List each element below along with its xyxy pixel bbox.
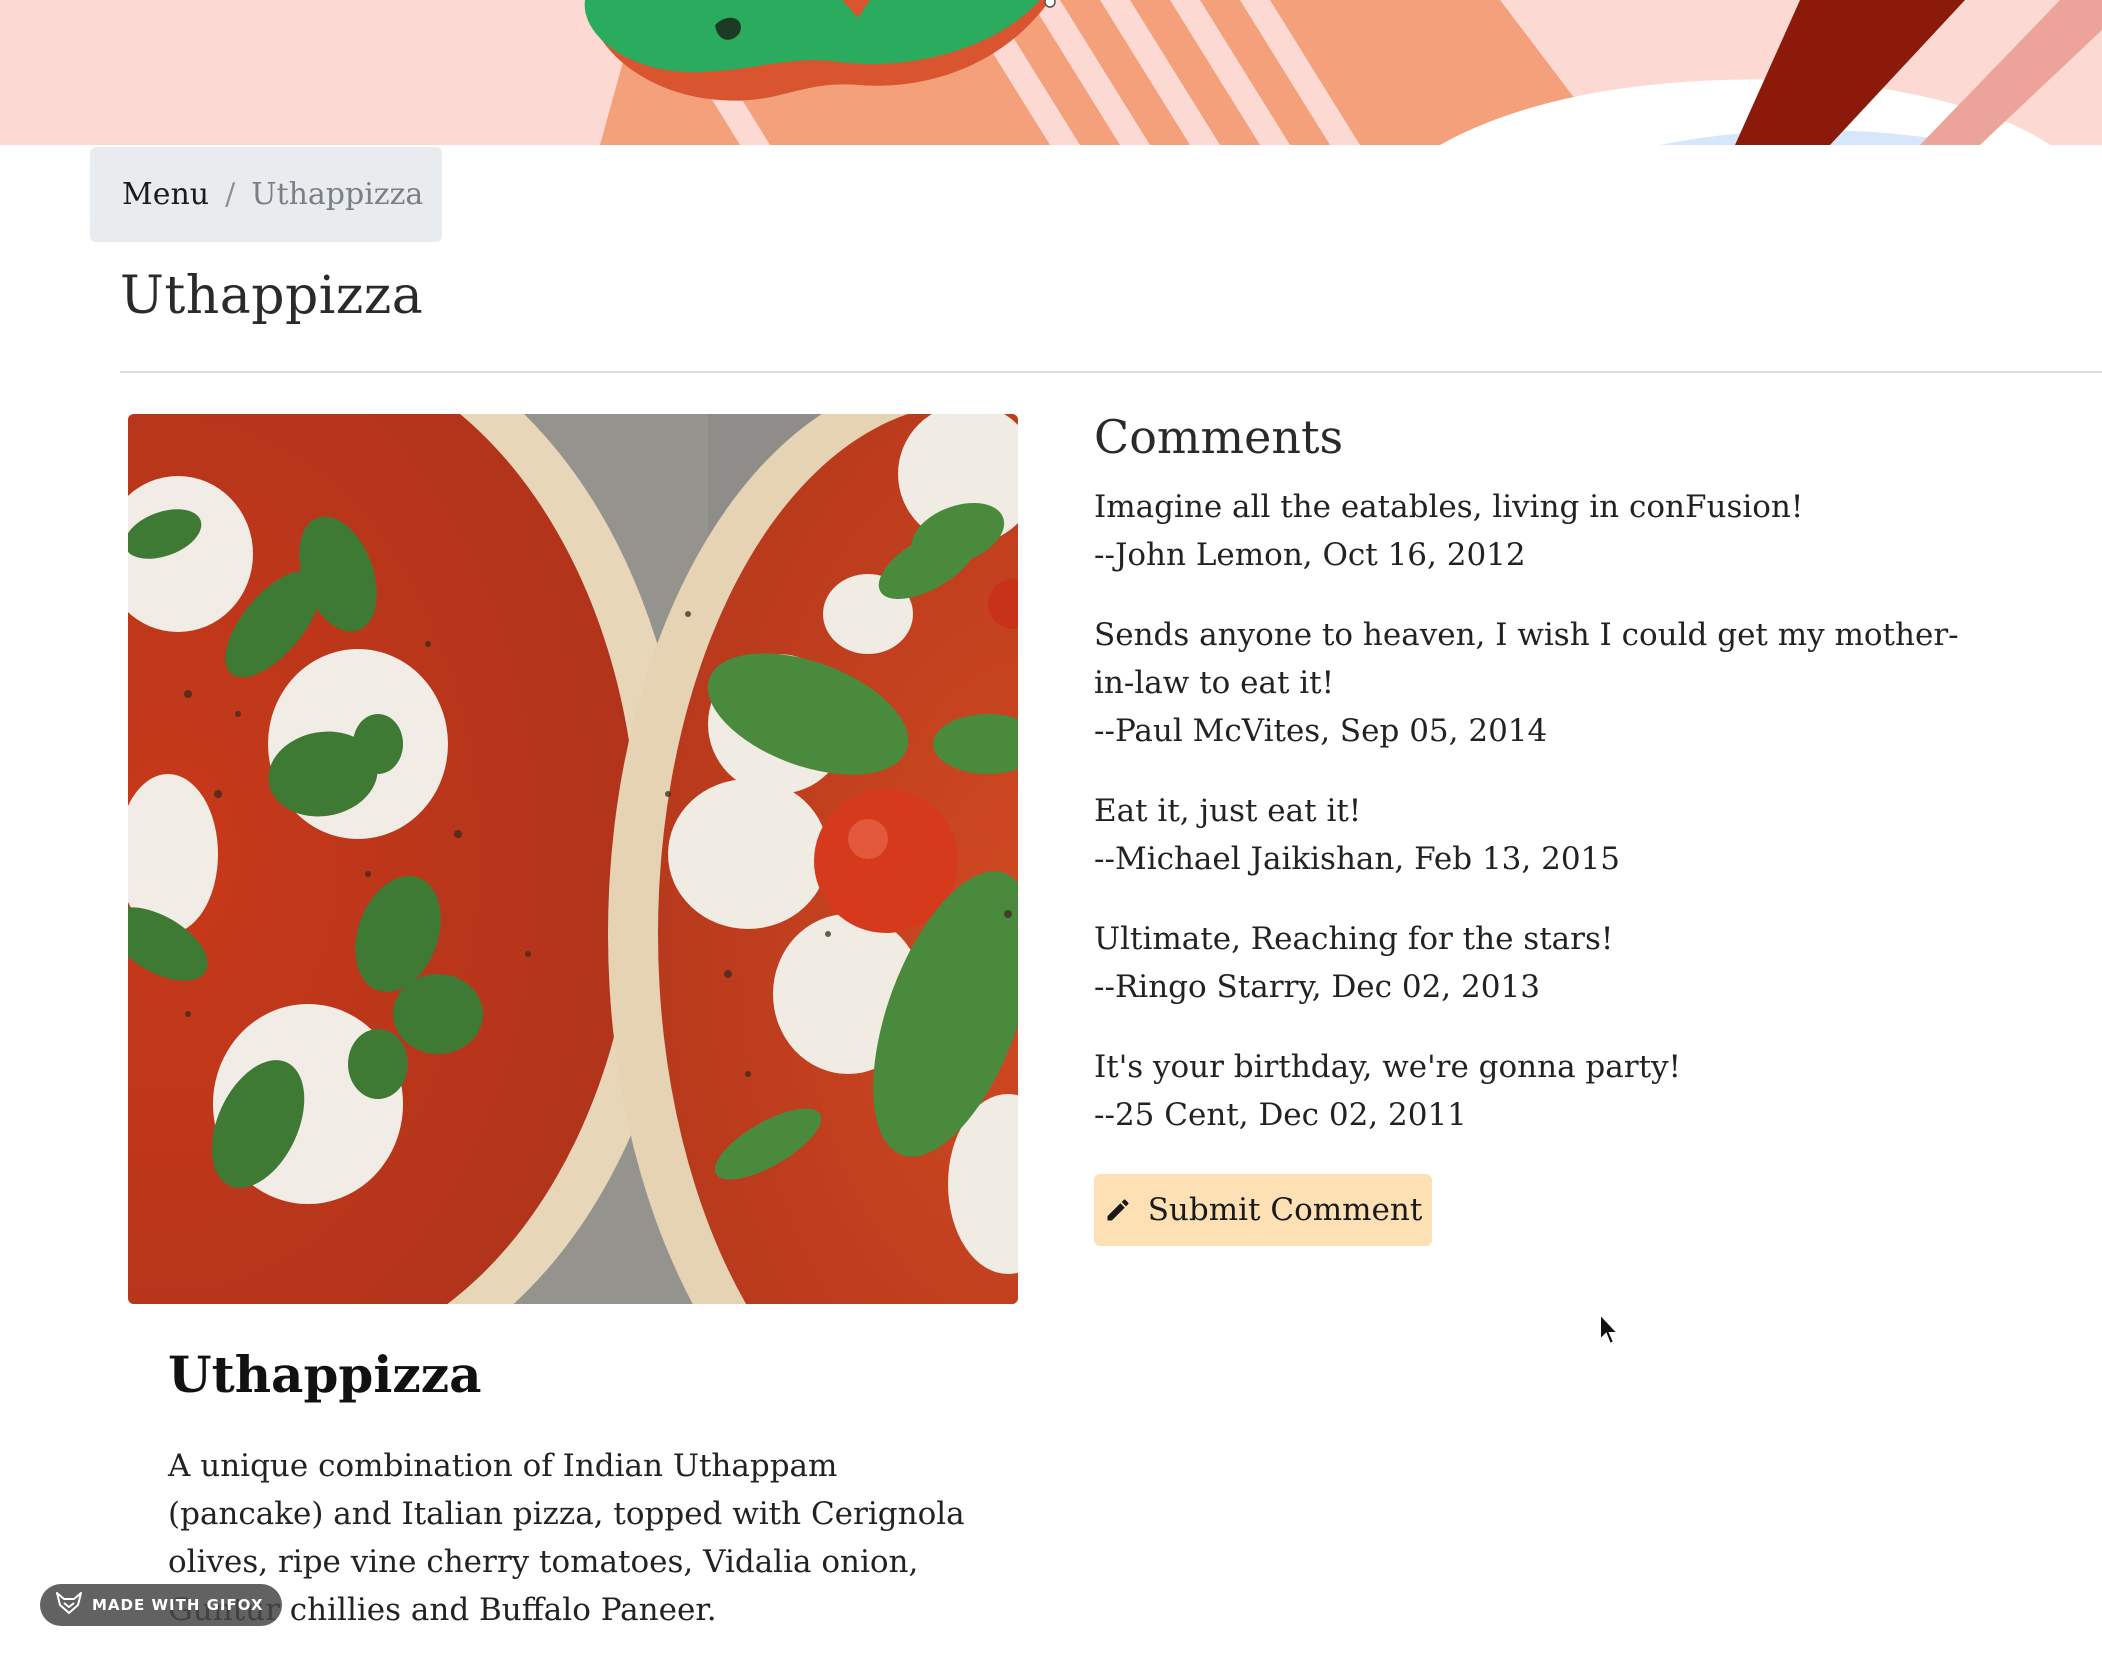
breadcrumb: Menu / Uthappizza [90,147,442,242]
fox-icon [56,1592,82,1618]
page-title: Uthappizza [120,266,424,326]
comment-text: Eat it, just eat it! [1094,793,1362,829]
comment-text: Imagine all the eatables, living in conF… [1094,489,1804,525]
breadcrumb-item-current: Uthappizza [251,177,424,212]
gifox-watermark: MADE WITH GIFOX [40,1584,282,1626]
dish-description: A unique combination of Indian Uthappam … [168,1448,965,1628]
submit-comment-button[interactable]: Submit Comment [1094,1174,1432,1246]
comment-byline: --Ringo Starry, Dec 02, 2013 [1094,969,1540,1005]
breadcrumb-item-menu[interactable]: Menu [122,177,209,212]
header-banner [0,0,2102,145]
comment-item: Ultimate, Reaching for the stars! --Ring… [1094,915,1994,1011]
mouse-cursor-icon [1598,1311,1622,1352]
comment-byline: --Paul McVites, Sep 05, 2014 [1094,713,1548,749]
comment-item: Eat it, just eat it! --Michael Jaikishan… [1094,787,1994,883]
comment-text: Sends anyone to heaven, I wish I could g… [1094,617,1959,701]
comment-text: Ultimate, Reaching for the stars! [1094,921,1614,957]
comment-item: Sends anyone to heaven, I wish I could g… [1094,611,1994,755]
breadcrumb-separator: / [225,177,236,212]
comment-text: It's your birthday, we're gonna party! [1094,1049,1682,1085]
comment-byline: --John Lemon, Oct 16, 2012 [1094,537,1526,573]
comment-byline: --25 Cent, Dec 02, 2011 [1094,1097,1467,1133]
title-divider [120,371,2102,373]
dish-name: Uthappizza [168,1345,482,1404]
dish-image [128,414,1018,1304]
comments-heading: Comments [1094,410,1344,464]
comments-list: Imagine all the eatables, living in conF… [1094,483,1994,1171]
pencil-icon [1104,1196,1132,1224]
submit-comment-label: Submit Comment [1147,1192,1423,1228]
comment-byline: --Michael Jaikishan, Feb 13, 2015 [1094,841,1620,877]
comment-item: Imagine all the eatables, living in conF… [1094,483,1994,579]
banner-illustration [0,0,2102,145]
comment-item: It's your birthday, we're gonna party! -… [1094,1043,1994,1139]
pizza-photo [128,414,1018,1304]
gifox-label: MADE WITH GIFOX [92,1596,264,1614]
